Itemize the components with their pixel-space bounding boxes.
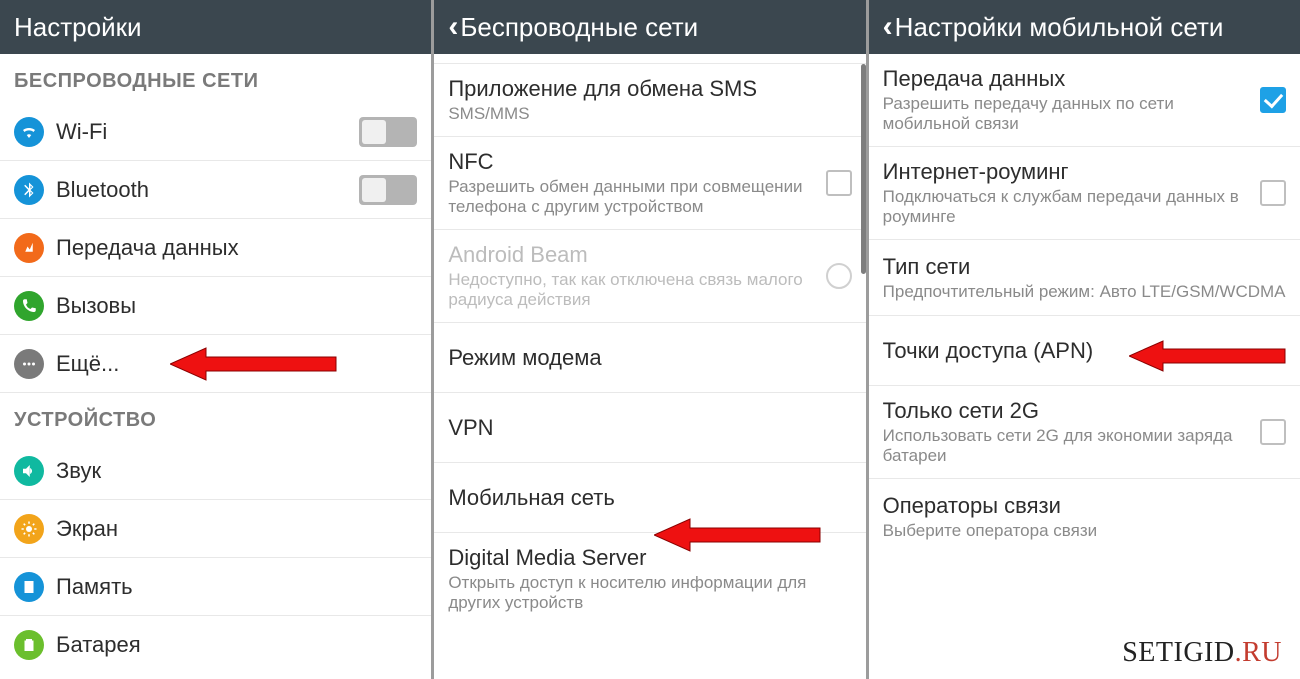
label-screen: Экран	[56, 516, 417, 542]
label-more: Ещё...	[56, 351, 417, 377]
watermark-b: .RU	[1235, 637, 1282, 668]
label-sms-app: Приложение для обмена SMS	[448, 76, 851, 102]
row-screen[interactable]: Экран	[0, 500, 431, 558]
sub-mobile-data: Разрешить передачу данных по сети мобиль…	[883, 94, 1260, 134]
checkbox-roaming[interactable]	[1260, 180, 1286, 206]
sub-dms: Открыть доступ к носителю информации для…	[448, 573, 851, 613]
more-icon	[14, 349, 44, 379]
row-memory[interactable]: Память	[0, 558, 431, 616]
header-settings: Настройки	[0, 0, 431, 54]
label-mobile-network: Мобильная сеть	[448, 485, 851, 511]
row-sms-app[interactable]: Приложение для обмена SMS SMS/MMS	[434, 64, 865, 137]
row-sound[interactable]: Звук	[0, 442, 431, 500]
row-battery[interactable]: Батарея	[0, 616, 431, 674]
title-wireless: Беспроводные сети	[460, 12, 698, 43]
radio-android-beam	[826, 263, 852, 289]
label-roaming: Интернет-роуминг	[883, 159, 1260, 185]
title-settings: Настройки	[14, 12, 142, 43]
toggle-wifi[interactable]	[359, 117, 417, 147]
label-battery: Батарея	[56, 632, 417, 658]
label-calls: Вызовы	[56, 293, 417, 319]
back-icon[interactable]: ‹	[883, 12, 893, 42]
header-wireless[interactable]: ‹ Беспроводные сети	[434, 0, 865, 54]
label-operators: Операторы связи	[883, 493, 1286, 519]
watermark-a: SETIGID	[1122, 637, 1234, 668]
sub-roaming: Подключаться к службам передачи данных в…	[883, 187, 1260, 227]
storage-icon	[14, 572, 44, 602]
sound-icon	[14, 456, 44, 486]
section-wireless: БЕСПРОВОДНЫЕ СЕТИ	[0, 54, 431, 103]
row-wifi[interactable]: Wi-Fi	[0, 103, 431, 161]
label-memory: Память	[56, 574, 417, 600]
data-usage-icon	[14, 233, 44, 263]
row-mobile-network[interactable]: Мобильная сеть	[434, 463, 865, 533]
sub-only-2g: Использовать сети 2G для экономии заряда…	[883, 426, 1260, 466]
checkbox-only-2g[interactable]	[1260, 419, 1286, 445]
row-apn[interactable]: Точки доступа (APN)	[869, 316, 1300, 386]
sub-sms-app: SMS/MMS	[448, 104, 851, 124]
row-more[interactable]: Ещё...	[0, 335, 431, 393]
label-sound: Звук	[56, 458, 417, 484]
label-data-usage: Передача данных	[56, 235, 417, 261]
label-apn: Точки доступа (APN)	[883, 338, 1286, 364]
row-nfc[interactable]: NFC Разрешить обмен данными при совмещен…	[434, 137, 865, 230]
label-only-2g: Только сети 2G	[883, 398, 1260, 424]
checkbox-nfc[interactable]	[826, 170, 852, 196]
back-icon[interactable]: ‹	[448, 12, 458, 42]
sub-nfc: Разрешить обмен данными при совмещении т…	[448, 177, 825, 217]
panel-mobile-settings: ‹ Настройки мобильной сети Передача данн…	[866, 0, 1300, 679]
panel-wireless: ‹ Беспроводные сети Приложение для обмен…	[431, 0, 865, 679]
bluetooth-icon	[14, 175, 44, 205]
section-device: УСТРОЙСТВО	[0, 393, 431, 442]
row-network-type[interactable]: Тип сети Предпочтительный режим: Авто LT…	[869, 240, 1300, 316]
row-dms[interactable]: Digital Media Server Открыть доступ к но…	[434, 533, 865, 625]
row-vpn[interactable]: VPN	[434, 393, 865, 463]
checkbox-mobile-data[interactable]	[1260, 87, 1286, 113]
label-nfc: NFC	[448, 149, 825, 175]
toggle-bluetooth[interactable]	[359, 175, 417, 205]
row-operators[interactable]: Операторы связи Выберите оператора связи	[869, 479, 1300, 555]
label-mobile-data: Передача данных	[883, 66, 1260, 92]
label-vpn: VPN	[448, 415, 851, 441]
row-roaming[interactable]: Интернет-роуминг Подключаться к службам …	[869, 147, 1300, 240]
battery-icon	[14, 630, 44, 660]
sub-network-type: Предпочтительный режим: Авто LTE/GSM/WCD…	[883, 282, 1286, 302]
row-tethering[interactable]: Режим модема	[434, 323, 865, 393]
wifi-icon	[14, 117, 44, 147]
label-android-beam: Android Beam	[448, 242, 825, 268]
label-bluetooth: Bluetooth	[56, 177, 359, 203]
row-mobile-data[interactable]: Передача данных Разрешить передачу данны…	[869, 54, 1300, 147]
label-tethering: Режим модема	[448, 345, 851, 371]
label-dms: Digital Media Server	[448, 545, 851, 571]
row-bluetooth[interactable]: Bluetooth	[0, 161, 431, 219]
row-calls[interactable]: Вызовы	[0, 277, 431, 335]
title-mobile-settings: Настройки мобильной сети	[895, 12, 1224, 43]
phone-icon	[14, 291, 44, 321]
watermark: SETIGID.RU	[1122, 637, 1282, 669]
header-mobile-settings[interactable]: ‹ Настройки мобильной сети	[869, 0, 1300, 54]
row-android-beam: Android Beam Недоступно, так как отключе…	[434, 230, 865, 323]
label-network-type: Тип сети	[883, 254, 1286, 280]
label-wifi: Wi-Fi	[56, 119, 359, 145]
sub-operators: Выберите оператора связи	[883, 521, 1286, 541]
row-only-2g[interactable]: Только сети 2G Использовать сети 2G для …	[869, 386, 1300, 479]
brightness-icon	[14, 514, 44, 544]
sub-android-beam: Недоступно, так как отключена связь мало…	[448, 270, 825, 310]
panel-settings: Настройки БЕСПРОВОДНЫЕ СЕТИ Wi-Fi Blueto…	[0, 0, 431, 679]
row-data-usage[interactable]: Передача данных	[0, 219, 431, 277]
